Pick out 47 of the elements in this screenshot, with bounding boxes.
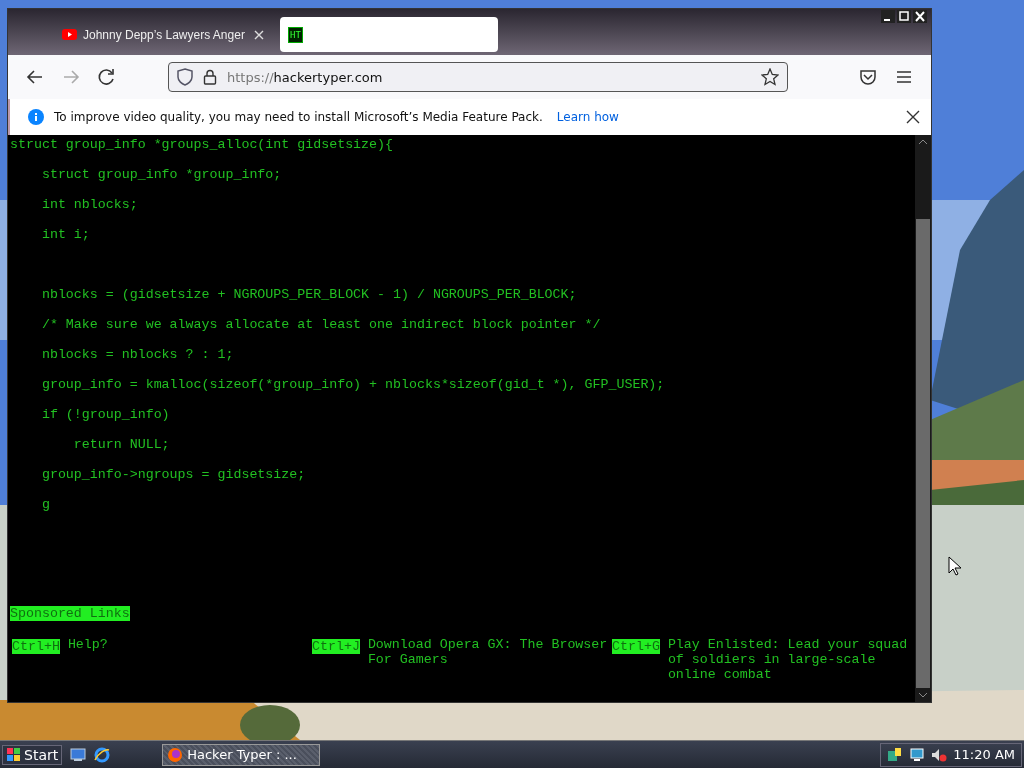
browser-e-icon[interactable] (94, 746, 111, 763)
maximize-icon[interactable] (897, 10, 911, 23)
code-line: struct group_info *group_info; (40, 167, 282, 182)
close-icon[interactable] (905, 109, 921, 125)
browser-tab[interactable]: Johnny Depp’s Lawyers Anger (54, 17, 272, 52)
code-line: /* Make sure we always allocate at least one indirect block pointer */ (40, 317, 601, 332)
code-line: if (!group_info) (40, 407, 170, 422)
video-icon (62, 29, 77, 40)
star-icon[interactable] (761, 68, 779, 86)
address-bar[interactable]: https://hackertyper.com (168, 62, 788, 92)
minimize-icon[interactable] (881, 10, 895, 23)
code-line: int nblocks; (40, 197, 138, 212)
site-favicon: HT (288, 26, 303, 43)
desktop-icon[interactable] (70, 747, 87, 762)
scroll-down-icon[interactable] (918, 692, 928, 698)
browser-tab[interactable]: HT (280, 17, 498, 52)
code-line: group_info = kmalloc(sizeof(*group_info) + nblocks*sizeof(gid_t *), GFP_USER); (40, 377, 665, 392)
shortcut-link[interactable]: Help? (67, 637, 108, 652)
lock-icon[interactable] (203, 69, 217, 85)
windows-logo-icon (6, 746, 22, 763)
clock: 11:20 AM (953, 747, 1015, 762)
sponsored-label: Sponsored Links (10, 606, 130, 621)
close-icon[interactable] (913, 10, 927, 23)
monitor-icon[interactable] (909, 746, 926, 763)
network-icon[interactable] (887, 746, 904, 763)
code-line: g (40, 497, 50, 512)
firefox-icon (167, 746, 184, 763)
shortcut-key[interactable]: Ctrl+J (312, 639, 360, 654)
code-line: int i; (40, 227, 90, 242)
shortcut-link[interactable]: Download Opera GX: The Browser For Gamers (367, 637, 612, 667)
info-icon (28, 109, 44, 125)
shortcut-key[interactable]: Ctrl+G (612, 639, 660, 654)
code-line: nblocks = nblocks ? : 1; (40, 347, 234, 362)
shortcut-key[interactable]: Ctrl+H (12, 639, 60, 654)
notification-message: To improve video quality, you may need to install Microsoft’s Media Feature Pack. (54, 110, 543, 124)
code-line: group_info->ngroups = gidsetsize; (40, 467, 306, 482)
shortcut-link[interactable]: Play Enlisted: Lead your squad of soldiers in large-scale online combat (667, 637, 912, 682)
learn-how-link[interactable]: Learn how (556, 110, 619, 124)
code-line: struct group_info *groups_alloc(int gidsetsize){ (10, 137, 393, 152)
taskbar-button[interactable]: Hacker Typer : ... (162, 743, 321, 766)
cursor-icon (948, 556, 962, 576)
start-button[interactable]: Start (2, 744, 63, 765)
code-line: return NULL; (72, 437, 170, 452)
scrollbar-thumb[interactable] (916, 219, 930, 688)
shield-icon[interactable] (177, 68, 193, 86)
scroll-up-icon[interactable] (918, 139, 928, 145)
code-line: nblocks = (gidsetsize + NGROUPS_PER_BLOCK - 1) / NGROUPS_PER_BLOCK; (40, 287, 577, 302)
